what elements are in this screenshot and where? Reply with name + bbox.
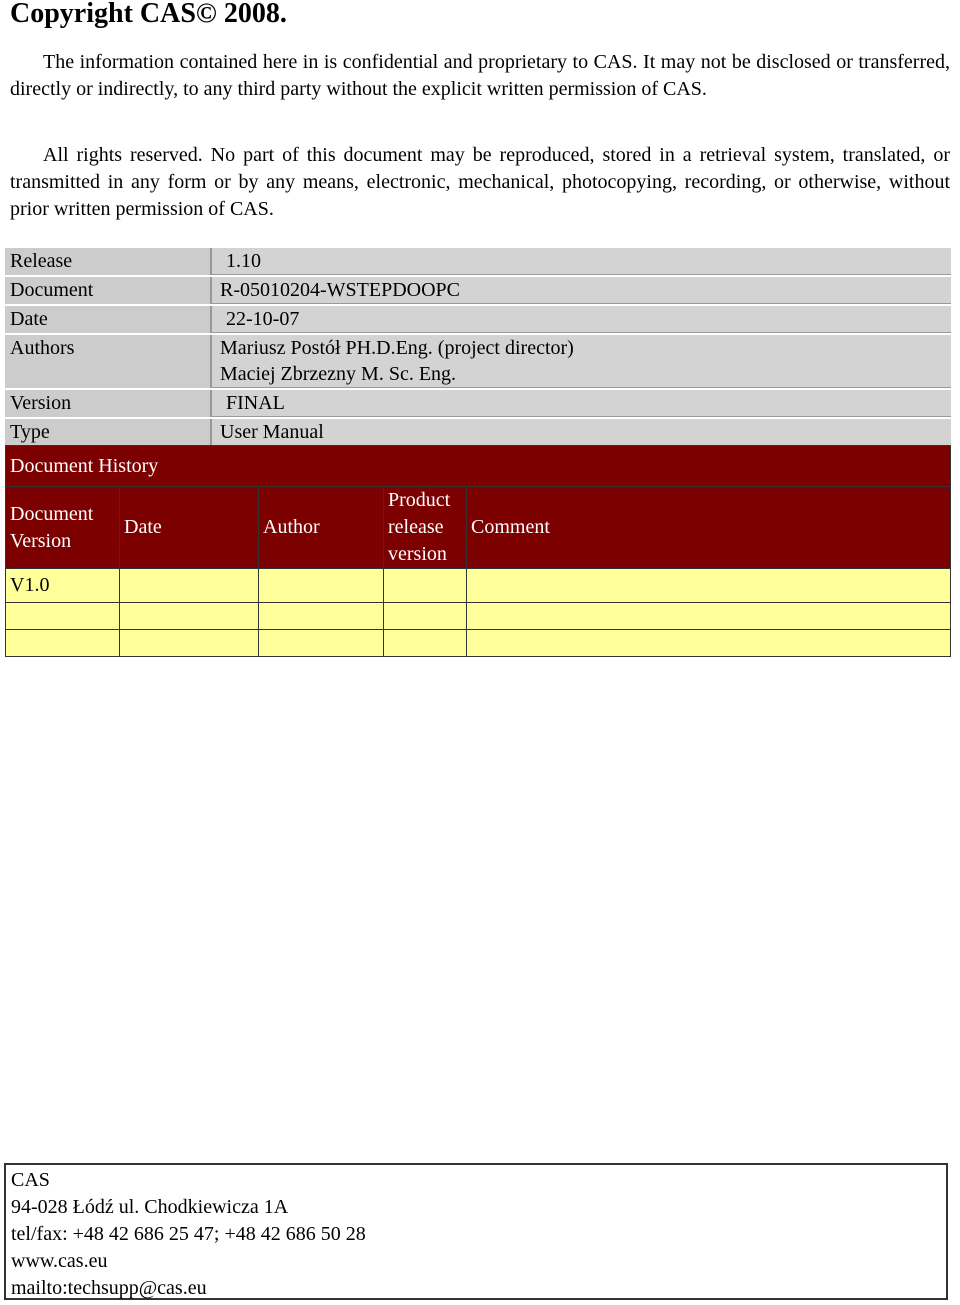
table-cell (258, 629, 384, 657)
table-cell (383, 629, 467, 657)
table-cell: V1.0 (5, 568, 120, 603)
meta-value: User Manual (210, 419, 951, 446)
table-cell (5, 629, 120, 657)
history-header-row: Document Version Date Author Product rel… (5, 486, 951, 569)
meta-label: Version (10, 392, 72, 414)
rights-text: All rights reserved. No part of this doc… (10, 144, 950, 220)
meta-label: Authors (10, 337, 75, 359)
meta-row-authors: Authors Mariusz Postół PH.D.Eng. (projec… (5, 333, 951, 388)
meta-label: Type (10, 421, 50, 443)
table-cell (119, 629, 259, 657)
column-header: Author (258, 486, 384, 569)
contact-box: CAS 94-028 Łódź ul. Chodkiewicza 1A tel/… (4, 1163, 948, 1300)
table-cell (258, 568, 384, 603)
meta-value: 1.10 (210, 248, 951, 275)
meta-row-release: Release 1.10 (5, 248, 951, 275)
phone: tel/fax: +48 42 686 25 47; +48 42 686 50… (11, 1223, 366, 1245)
column-header: Date (119, 486, 259, 569)
column-header: Document Version (5, 486, 120, 569)
meta-label: Document (10, 279, 94, 301)
table-row (5, 629, 951, 657)
confidentiality-text: The information contained here in is con… (10, 51, 950, 100)
table-cell (119, 602, 259, 630)
meta-value: FINAL (210, 390, 951, 417)
document-title: Copyright CAS© 2008. (10, 0, 287, 29)
table-cell (466, 602, 951, 630)
website-link[interactable]: www.cas.eu (11, 1248, 941, 1275)
author-1: Mariusz Postół PH.D.Eng. (project direct… (220, 337, 574, 359)
meta-row-date: Date 22-10-07 (5, 304, 951, 333)
meta-row-type: Type User Manual (5, 417, 951, 446)
table-cell (466, 629, 951, 657)
meta-row-version: Version FINAL (5, 388, 951, 417)
table-cell (119, 568, 259, 603)
meta-value: 22-10-07 (210, 306, 951, 333)
meta-value: R-05010204-WSTEPDOOPC (210, 277, 951, 304)
column-header: Comment (466, 486, 951, 569)
history-title: Document History (5, 445, 951, 487)
meta-label: Release (10, 250, 73, 272)
document-history-table: Document History Document Version Date A… (5, 445, 951, 657)
table-cell (383, 602, 467, 630)
table-cell (383, 568, 467, 603)
table-cell (258, 602, 384, 630)
email-link[interactable]: mailto:techsupp@cas.eu (11, 1275, 941, 1302)
column-header: Product release version (383, 486, 467, 569)
rights-paragraph: All rights reserved. No part of this doc… (10, 142, 950, 223)
meta-row-document: Document R-05010204-WSTEPDOOPC (5, 275, 951, 304)
author-2: Maciej Zbrzezny M. Sc. Eng. (220, 363, 457, 385)
table-row: V1.0 (5, 568, 951, 603)
address: 94-028 Łódź ul. Chodkiewicza 1A (11, 1196, 289, 1218)
confidentiality-paragraph: The information contained here in is con… (10, 49, 950, 103)
table-cell (466, 568, 951, 603)
meta-value: Mariusz Postół PH.D.Eng. (project direct… (210, 335, 951, 388)
table-row (5, 602, 951, 630)
document-metadata-table: Release 1.10 Document R-05010204-WSTEPDO… (5, 248, 951, 446)
history-title-row: Document History (5, 445, 951, 487)
meta-label: Date (10, 308, 48, 330)
company-name: CAS (11, 1169, 50, 1191)
table-cell (5, 602, 120, 630)
